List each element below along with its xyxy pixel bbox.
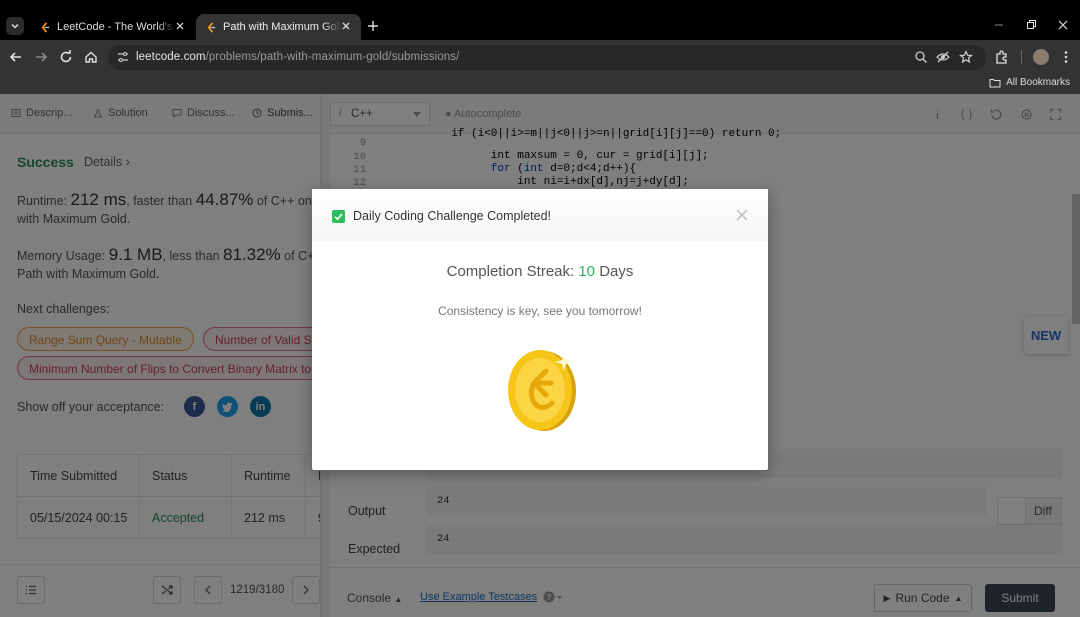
modal-title: Daily Coding Challenge Completed! xyxy=(353,209,552,223)
tab-search-button[interactable] xyxy=(6,17,24,35)
new-tab-icon[interactable] xyxy=(366,19,380,33)
daily-challenge-modal: Daily Coding Challenge Completed! Comple… xyxy=(312,189,768,470)
completion-streak: Completion Streak: 10 Days xyxy=(446,263,634,280)
folder-icon xyxy=(989,78,1001,87)
leetcode-favicon-icon xyxy=(41,21,50,33)
address-toolbar: leetcode.com/problems/path-with-maximum-… xyxy=(0,40,1080,74)
site-settings-icon[interactable] xyxy=(116,50,130,64)
home-icon[interactable] xyxy=(83,49,99,65)
extensions-icon[interactable] xyxy=(994,49,1010,65)
star-icon[interactable] xyxy=(959,50,973,64)
chevron-down-icon xyxy=(11,23,19,29)
restore-icon[interactable] xyxy=(1025,19,1037,31)
close-window-icon[interactable] xyxy=(1057,19,1069,31)
consistency-message: Consistency is key, see you tomorrow! xyxy=(438,304,642,318)
close-tab-icon[interactable] xyxy=(174,20,186,32)
minimize-icon[interactable] xyxy=(993,19,1005,31)
tab-title: LeetCode - The World's Leading Online Pr… xyxy=(57,21,175,33)
forward-arrow-icon[interactable] xyxy=(33,49,49,65)
browser-tab-leetcode-home[interactable]: LeetCode - The World's Leading Online Pr… xyxy=(30,14,195,40)
tab-title: Path with Maximum Gold - LeetCode xyxy=(223,21,341,33)
leetcode-favicon-icon xyxy=(207,21,216,33)
url-text: leetcode.com/problems/path-with-maximum-… xyxy=(136,51,460,63)
reload-icon[interactable] xyxy=(58,49,74,65)
close-tab-icon[interactable] xyxy=(340,20,352,32)
checkbox-checked-icon xyxy=(332,210,345,223)
zoom-icon[interactable] xyxy=(914,50,928,64)
more-options-icon[interactable] xyxy=(1058,49,1074,65)
bookmarks-bar: All Bookmarks xyxy=(0,74,1080,94)
close-icon[interactable] xyxy=(736,209,748,221)
address-bar[interactable]: leetcode.com/problems/path-with-maximum-… xyxy=(108,45,986,70)
profile-avatar[interactable] xyxy=(1033,49,1049,65)
eye-slash-icon[interactable] xyxy=(936,50,950,64)
leetcoin-icon xyxy=(508,350,576,431)
browser-tab-bar: LeetCode - The World's Leading Online Pr… xyxy=(0,0,1080,40)
toolbar-separator xyxy=(1021,50,1022,64)
browser-tab-path-with-maximum-gold[interactable]: Path with Maximum Gold - LeetCode xyxy=(196,14,361,40)
back-arrow-icon[interactable] xyxy=(8,49,24,65)
all-bookmarks-button[interactable]: All Bookmarks xyxy=(989,77,1070,88)
